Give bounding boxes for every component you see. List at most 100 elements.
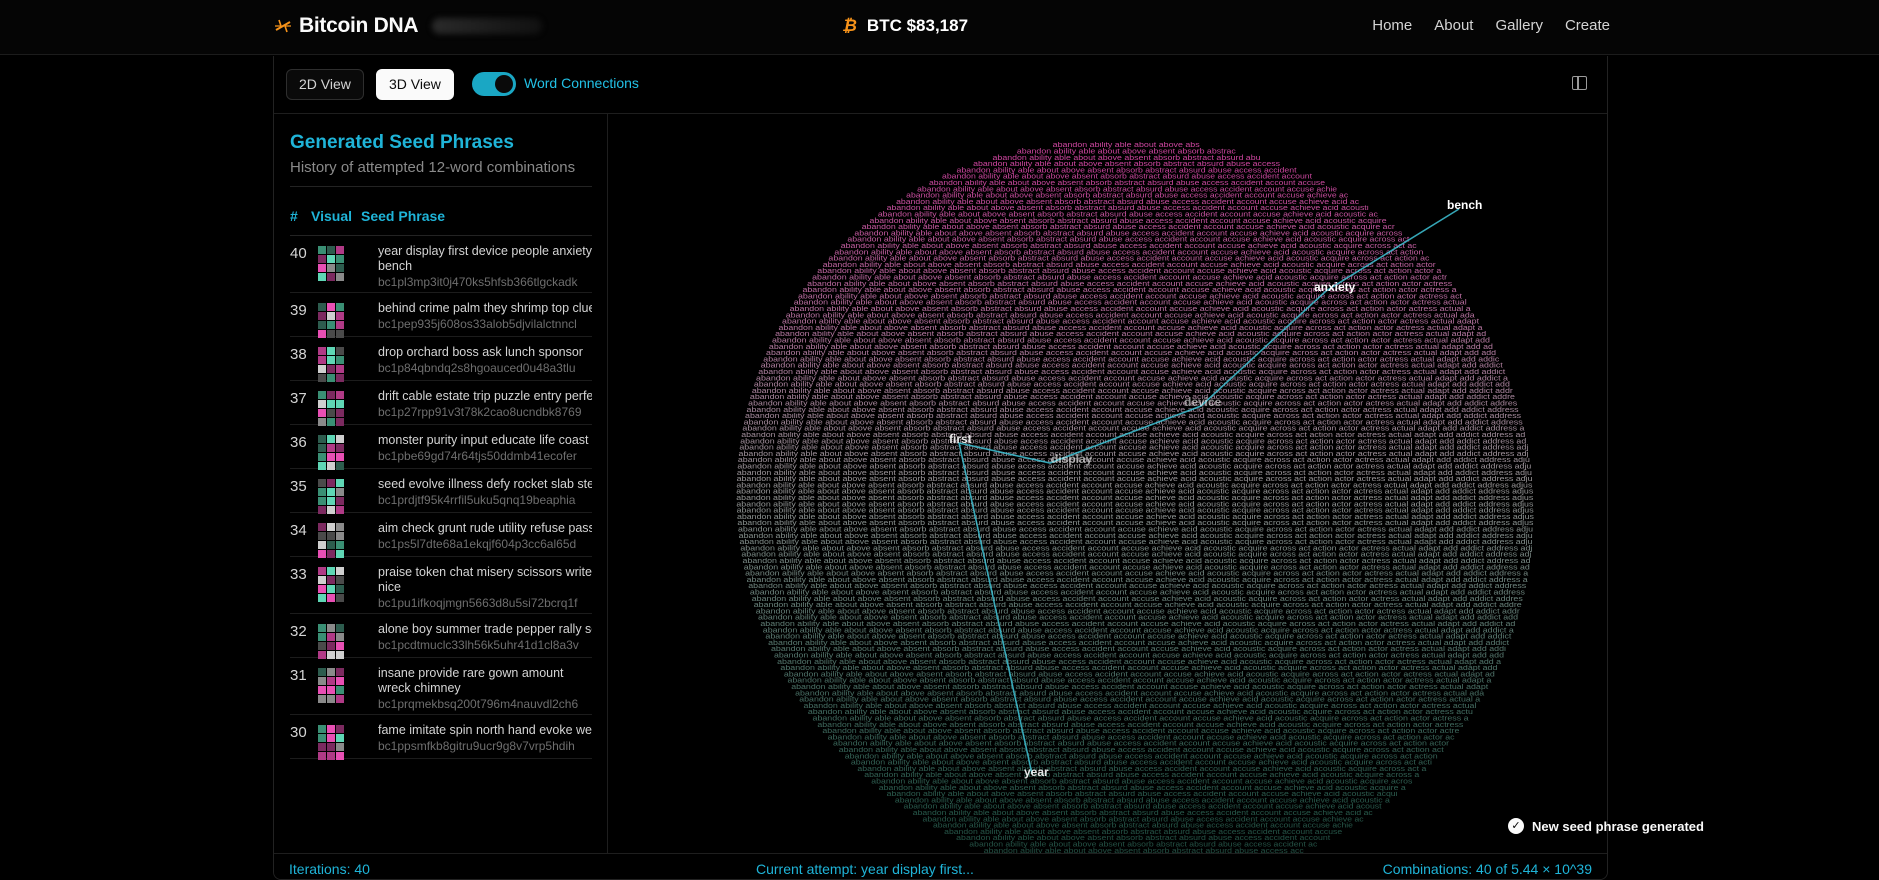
- sidebar-toggle-icon[interactable]: [1572, 76, 1587, 90]
- word-label-bench: bench: [1447, 198, 1482, 212]
- address-text: bc1pep935j608os33alob5djvilalctnncl: [378, 317, 577, 331]
- row-number: 32: [290, 623, 307, 640]
- check-circle-icon: ✓: [1508, 818, 1524, 834]
- column-header-visual: Visual: [311, 208, 352, 224]
- history-subtitle: History of attempted 12-word combination…: [290, 159, 576, 176]
- toast-notification: ✓ New seed phrase generated: [1508, 818, 1704, 834]
- address-text: bc1prqmekbsq200t796m4nauvdl2ch6: [378, 697, 579, 711]
- dna-visual-grid: [318, 624, 344, 659]
- seed-phrase-table: 40 year display first device people anxie…: [290, 236, 592, 760]
- iterations-count: Iterations: 40: [289, 861, 370, 877]
- word-label-first: first: [949, 432, 972, 446]
- seed-phrase-text: fame imitate spin north hand evoke wet: [378, 723, 592, 737]
- seed-phrase-text: monster purity input educate life coast: [378, 433, 589, 447]
- table-row[interactable]: 33 praise token chat misery scissors writ…: [290, 557, 592, 614]
- table-row[interactable]: 38 drop orchard boss ask lunch sponsor bc1…: [290, 337, 592, 382]
- visualization-panel: 2D View 3D View Word Connections Generat…: [273, 56, 1608, 880]
- nav-about[interactable]: About: [1434, 17, 1473, 34]
- nav-home[interactable]: Home: [1372, 17, 1412, 34]
- address-text: bc1pbe69gd74r64tjs50ddmb41ecofer: [378, 449, 577, 463]
- word-label-device: device: [1184, 395, 1222, 409]
- word-connections-toggle[interactable]: [472, 72, 516, 96]
- address-text: bc1p27rpp91v3t78k2cao8ucndbk8769: [378, 405, 582, 419]
- table-row[interactable]: 30 fame imitate spin north hand evoke wet…: [290, 715, 592, 760]
- address-text: bc1pu1ifkoqjmgn5663d8u5si72bcrq1f: [378, 596, 578, 610]
- row-number: 34: [290, 522, 307, 539]
- 3d-word-cloud[interactable]: abandon ability able about above abs aban…: [609, 114, 1608, 854]
- app-name: Bitcoin DNA: [299, 14, 419, 37]
- toast-message: New seed phrase generated: [1532, 818, 1704, 834]
- word-label-year: year: [1024, 765, 1049, 779]
- history-title: Generated Seed Phrases: [290, 132, 514, 153]
- seed-phrase-text: year display first device people anxiety…: [378, 244, 592, 273]
- blurred-subtitle: [432, 18, 543, 34]
- seed-phrase-text: behind crime palm they shrimp top clue: [378, 301, 592, 315]
- view-toolbar: 2D View 3D View Word Connections: [274, 56, 1607, 114]
- table-row[interactable]: 39 behind crime palm they shrimp top clue…: [290, 293, 592, 338]
- row-number: 35: [290, 478, 307, 495]
- dna-visual-grid: [318, 303, 344, 338]
- seed-phrase-text: praise token chat misery scissors write …: [378, 565, 592, 594]
- row-number: 36: [290, 434, 307, 451]
- table-row[interactable]: 36 monster purity input educate life coas…: [290, 425, 592, 470]
- status-bar: Iterations: 40 Current attempt: year dis…: [274, 853, 1607, 879]
- table-row[interactable]: 34 aim check grunt rude utility refuse pa…: [290, 513, 592, 558]
- seed-phrase-text: drop orchard boss ask lunch sponsor: [378, 345, 583, 359]
- seed-phrase-text: alone boy summer trade pepper rally seek: [378, 622, 592, 636]
- top-navbar: Bitcoin DNA ₿ BTC $83,187 Home About Gal…: [0, 0, 1879, 55]
- table-row[interactable]: 31 insane provide rare gown amount wreck …: [290, 658, 592, 715]
- dna-visual-grid: [318, 391, 344, 426]
- table-row[interactable]: 40 year display first device people anxie…: [290, 236, 592, 293]
- bitcoin-icon: ₿: [842, 16, 857, 35]
- row-number: 31: [290, 667, 307, 684]
- dna-visual-grid: [318, 246, 344, 281]
- dna-visual-grid: [318, 725, 344, 760]
- divider: [290, 186, 592, 187]
- row-number: 39: [290, 302, 307, 319]
- 3d-canvas[interactable]: abandon ability able about above absaban…: [609, 114, 1608, 854]
- row-number: 37: [290, 390, 307, 407]
- word-label-anxiety: anxiety: [1314, 280, 1356, 294]
- view-3d-button[interactable]: 3D View: [376, 69, 454, 100]
- dna-visual-grid: [318, 523, 344, 558]
- brand-logo[interactable]: Bitcoin DNA: [273, 14, 543, 38]
- dna-visual-grid: [318, 567, 344, 602]
- view-2d-button[interactable]: 2D View: [286, 69, 364, 100]
- row-number: 40: [290, 245, 307, 262]
- dna-visual-grid: [318, 668, 344, 703]
- word-sphere: abandon ability able about above absaban…: [736, 142, 1534, 854]
- nav-create[interactable]: Create: [1565, 17, 1610, 34]
- seed-phrase-text: seed evolve illness defy rocket slab ste…: [378, 477, 592, 491]
- btc-price-ticker: ₿ BTC $83,187: [842, 16, 968, 36]
- table-row[interactable]: 35 seed evolve illness defy rocket slab s…: [290, 469, 592, 514]
- dna-visual-grid: [318, 435, 344, 470]
- nav-gallery[interactable]: Gallery: [1495, 17, 1543, 34]
- combinations-count: Combinations: 40 of 5.44 × 10^39: [1382, 861, 1592, 877]
- main-nav: Home About Gallery Create: [1372, 17, 1610, 34]
- dna-icon: [275, 19, 291, 33]
- address-text: bc1ppsmfkb8gitru9ucr9g8v7vrp5hdih: [378, 739, 575, 753]
- row-number: 33: [290, 566, 307, 583]
- table-row[interactable]: 37 drift cable estate trip puzzle entry p…: [290, 381, 592, 426]
- address-text: bc1p84qbndq2s8hgoauced0u48a3tlu: [378, 361, 576, 375]
- seed-phrase-history: Generated Seed Phrases History of attemp…: [274, 114, 608, 854]
- dna-visual-grid: [318, 347, 344, 382]
- address-text: bc1prdjtf95k4rrfil5uku5qnq19beaphia: [378, 493, 576, 507]
- column-header-number: #: [290, 208, 298, 224]
- dna-visual-grid: [318, 479, 344, 514]
- row-number: 38: [290, 346, 307, 363]
- column-header-seed-phrase: Seed Phrase: [361, 208, 446, 224]
- address-text: bc1pcdtmuclc33lh56k5uhr41d1cl8a3v: [378, 638, 579, 652]
- word-label-display: display: [1051, 452, 1093, 466]
- row-number: 30: [290, 724, 307, 741]
- address-text: bc1ps5l7dte68a1ekqjf604p3cc6al65d: [378, 537, 577, 551]
- btc-price: BTC $83,187: [866, 16, 969, 35]
- table-row[interactable]: 32 alone boy summer trade pepper rally se…: [290, 614, 592, 659]
- seed-phrase-text: aim check grunt rude utility refuse pass: [378, 521, 592, 535]
- word-connections-label: Word Connections: [524, 75, 639, 91]
- seed-phrase-text: insane provide rare gown amount wreck ch…: [378, 666, 564, 695]
- current-attempt: Current attempt: year display first...: [756, 861, 974, 877]
- address-text: bc1pl3mp3it0j470ks5hfsb366tlgckadk: [378, 275, 578, 289]
- seed-phrase-text: drift cable estate trip puzzle entry per…: [378, 389, 592, 403]
- toggle-knob: [495, 75, 513, 93]
